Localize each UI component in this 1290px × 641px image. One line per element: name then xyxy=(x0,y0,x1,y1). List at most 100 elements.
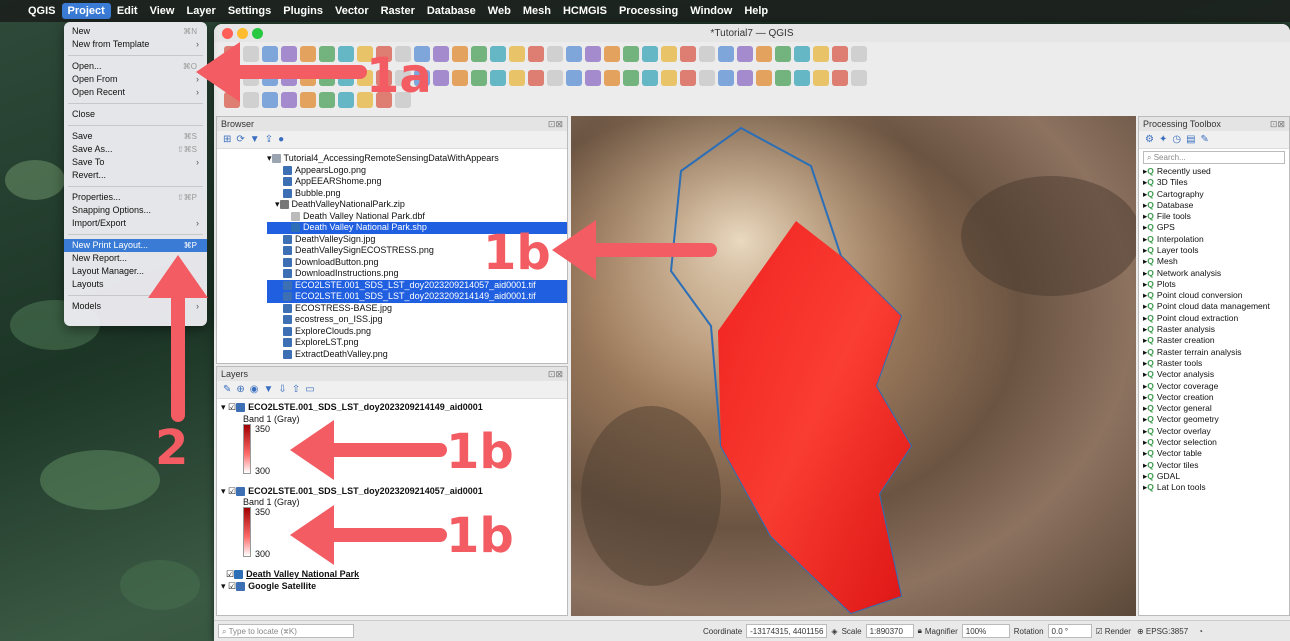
toolbar-tool-icon[interactable] xyxy=(585,70,601,86)
project-menu-item[interactable]: New Report... xyxy=(64,252,207,265)
browser-item[interactable]: ExploreLST.png xyxy=(267,337,567,349)
toolbox-group[interactable]: ▸ Q Vector selection xyxy=(1143,437,1289,448)
panel-close-icon[interactable]: ⊡⊠ xyxy=(548,367,563,381)
map-canvas[interactable] xyxy=(571,116,1136,616)
toolbox-group[interactable]: ▸ Q Vector tiles xyxy=(1143,460,1289,471)
toolbox-group[interactable]: ▸ Q Mesh xyxy=(1143,256,1289,267)
toolbar-tool-icon[interactable] xyxy=(509,46,525,62)
filter-icon[interactable]: ▼ xyxy=(250,134,260,145)
toolbar-tool-icon[interactable] xyxy=(718,46,734,62)
toolbar-tool-icon[interactable] xyxy=(813,46,829,62)
expand-arrow-icon[interactable]: ▾ xyxy=(267,153,272,165)
toolbox-group[interactable]: ▸ Q Vector creation xyxy=(1143,392,1289,403)
toolbar-tool-icon[interactable] xyxy=(794,46,810,62)
layer-row[interactable]: ▾ ☑ Google Satellite xyxy=(221,581,567,593)
toolbar-tool-icon[interactable] xyxy=(300,46,316,62)
toolbar-tool-icon[interactable] xyxy=(509,70,525,86)
toolbar-tool-icon[interactable] xyxy=(623,70,639,86)
remove-layer-icon[interactable]: ▭ xyxy=(305,384,314,395)
models-icon[interactable]: ⚙ xyxy=(1145,134,1154,145)
scale-field[interactable]: 1:890370 xyxy=(865,624,914,638)
toolbar-tool-icon[interactable] xyxy=(490,46,506,62)
toolbar-tool-icon[interactable] xyxy=(661,46,677,62)
scripts-icon[interactable]: ✦ xyxy=(1159,134,1167,145)
project-menu-item[interactable]: Open From › xyxy=(64,73,207,86)
layer-row[interactable]: ☑ Death Valley National Park xyxy=(221,569,567,581)
toolbox-group[interactable]: ▸ Q File tools xyxy=(1143,211,1289,222)
menu-help[interactable]: Help xyxy=(738,3,774,19)
toolbox-group[interactable]: ▸ Q Raster terrain analysis xyxy=(1143,347,1289,358)
toolbox-group[interactable]: ▸ Q Recently used xyxy=(1143,166,1289,177)
toolbar-tool-icon[interactable] xyxy=(851,46,867,62)
toolbar-tool-icon[interactable] xyxy=(319,46,335,62)
toolbar-tool-icon[interactable] xyxy=(319,70,335,86)
toolbar-tool-icon[interactable] xyxy=(452,46,468,62)
toolbar-tool-icon[interactable] xyxy=(528,46,544,62)
toolbox-group[interactable]: ▸ Q Point cloud conversion xyxy=(1143,290,1289,301)
project-menu-item[interactable]: Properties... ⇧⌘P xyxy=(64,191,207,204)
toolbar-tool-icon[interactable] xyxy=(243,46,259,62)
project-menu-item[interactable]: New ⌘N xyxy=(64,25,207,38)
toolbar-tool-icon[interactable] xyxy=(737,46,753,62)
add-group-icon[interactable]: ⊕ xyxy=(236,384,244,395)
browser-item[interactable]: AppearsLogo.png xyxy=(267,165,567,177)
results-icon[interactable]: ▤ xyxy=(1186,134,1195,145)
toolbar-tool-icon[interactable] xyxy=(680,46,696,62)
minimize-window-button[interactable] xyxy=(237,28,248,39)
toolbar-tool-icon[interactable] xyxy=(775,46,791,62)
toolbar-tool-icon[interactable] xyxy=(699,70,715,86)
toolbox-group[interactable]: ▸ Q Point cloud data management xyxy=(1143,301,1289,313)
menu-edit[interactable]: Edit xyxy=(111,3,144,19)
panel-close-icon[interactable]: ⊡⊠ xyxy=(1270,117,1285,131)
toolbar-tool-icon[interactable] xyxy=(433,46,449,62)
toolbox-group[interactable]: ▸ Q GPS xyxy=(1143,222,1289,233)
toolbar-tool-icon[interactable] xyxy=(718,70,734,86)
project-menu-item[interactable]: Import/Export › xyxy=(64,217,207,230)
toolbar-tool-icon[interactable] xyxy=(699,46,715,62)
project-menu-item[interactable]: Open Recent › xyxy=(64,86,207,99)
toolbar-tool-icon[interactable] xyxy=(661,70,677,86)
browser-item[interactable]: ECO2LSTE.001_SDS_LST_doy2023209214149_ai… xyxy=(267,291,567,303)
toolbar-tool-icon[interactable] xyxy=(243,70,259,86)
toolbox-group[interactable]: ▸ Q Network analysis xyxy=(1143,268,1289,279)
menu-hcmgis[interactable]: HCMGIS xyxy=(557,3,613,19)
menu-plugins[interactable]: Plugins xyxy=(277,3,329,19)
toolbox-group[interactable]: ▸ Q Plots xyxy=(1143,279,1289,290)
browser-item[interactable]: ▾ Tutorial4_AccessingRemoteSensingDataWi… xyxy=(267,153,567,165)
toolbox-group[interactable]: ▸ Q Vector table xyxy=(1143,448,1289,459)
menu-database[interactable]: Database xyxy=(421,3,482,19)
toolbox-group[interactable]: ▸ Q Interpolation xyxy=(1143,234,1289,245)
browser-item[interactable]: ExtractDeathValley.png xyxy=(267,349,567,361)
project-menu-item[interactable]: Models › xyxy=(64,300,207,313)
toolbar-tool-icon[interactable] xyxy=(794,70,810,86)
toolbox-group[interactable]: ▸ Q Vector geometry xyxy=(1143,414,1289,426)
toolbar-tool-icon[interactable] xyxy=(642,70,658,86)
toolbar-tool-icon[interactable] xyxy=(338,46,354,62)
collapse-icon[interactable]: ⇧ xyxy=(292,384,300,395)
browser-item[interactable]: ECOSTRESS-BASE.jpg xyxy=(267,303,567,315)
expand-icon[interactable]: ⇩ xyxy=(278,384,286,395)
close-window-button[interactable] xyxy=(222,28,233,39)
toolbar-tool-icon[interactable] xyxy=(243,92,259,108)
project-menu-item[interactable]: Layout Manager... xyxy=(64,265,207,278)
toolbar-tool-icon[interactable] xyxy=(338,92,354,108)
menu-processing[interactable]: Processing xyxy=(613,3,684,19)
toolbox-group[interactable]: ▸ Q Layer tools xyxy=(1143,245,1289,256)
crs-button[interactable]: ⊕ EPSG:3857 xyxy=(1137,627,1188,636)
toolbar-tool-icon[interactable] xyxy=(604,46,620,62)
browser-item[interactable]: Bubble.png xyxy=(267,188,567,200)
toolbar-tool-icon[interactable] xyxy=(338,70,354,86)
menu-settings[interactable]: Settings xyxy=(222,3,277,19)
toolbox-group[interactable]: ▸ Q Vector analysis xyxy=(1143,369,1289,380)
toolbox-group[interactable]: ▸ Q Vector coverage xyxy=(1143,381,1289,392)
visibility-icon[interactable]: ◉ xyxy=(250,384,259,395)
toolbar-tool-icon[interactable] xyxy=(775,70,791,86)
rotation-field[interactable]: 0.0 ° xyxy=(1047,624,1092,638)
toolbar-tool-icon[interactable] xyxy=(281,46,297,62)
menu-view[interactable]: View xyxy=(144,3,181,19)
toolbar-tool-icon[interactable] xyxy=(737,70,753,86)
layer-row[interactable]: ▾ ☑ ECO2LSTE.001_SDS_LST_doy202320921414… xyxy=(221,402,567,414)
toolbar-tool-icon[interactable] xyxy=(452,70,468,86)
browser-item[interactable]: Death Valley National Park.dbf xyxy=(267,211,567,223)
toolbar-tool-icon[interactable] xyxy=(832,46,848,62)
